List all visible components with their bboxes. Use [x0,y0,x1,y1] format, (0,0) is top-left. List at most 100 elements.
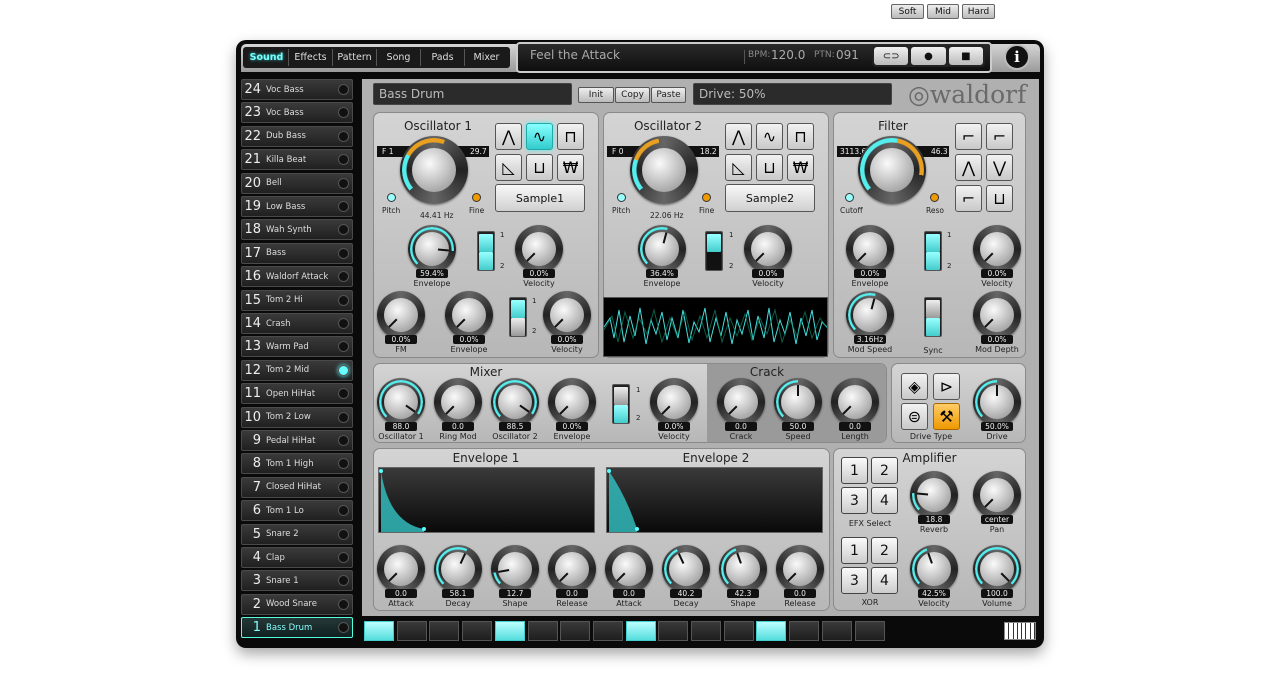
filter-reso-led[interactable] [930,193,939,202]
bpm-value[interactable]: 120.0 [771,48,805,62]
slot-led[interactable] [338,505,349,517]
osc2-wave-sine[interactable]: ∿ [756,123,783,150]
slot-led[interactable] [338,388,349,400]
velocity-hard-button[interactable]: Hard [962,4,995,19]
instrument-slot-23[interactable]: 23 Voc Bass [241,102,353,124]
step-16[interactable] [854,621,885,641]
step-10[interactable] [658,621,689,641]
tab-sound[interactable]: Sound [245,49,289,66]
instrument-slot-18[interactable]: 18 Wah Synth [241,219,353,241]
osc2-wave-noise[interactable]: ₩ [787,154,814,181]
env1-shape-knob[interactable] [491,545,539,593]
step-6[interactable] [527,621,558,641]
env2-attack-knob[interactable] [605,545,653,593]
slot-led[interactable] [338,411,349,423]
instrument-slot-9[interactable]: 9 Pedal HiHat [241,430,353,451]
tab-mixer[interactable]: Mixer [465,49,508,66]
osc2-wave-triangle[interactable]: ⋀ [725,123,752,150]
drive-knob[interactable] [973,378,1021,426]
ptn-value[interactable]: 091 [836,48,859,62]
filter-cutoff-knob[interactable] [858,136,926,204]
osc1-fm-knob[interactable] [377,291,425,339]
drive-type-fuzz[interactable]: ⊜ [901,403,928,430]
xor-1[interactable]: 1 [841,537,868,564]
slot-led[interactable] [338,364,349,376]
link-button[interactable]: ⊂⊃ [874,47,909,65]
amp-pan-knob[interactable] [973,471,1021,519]
instrument-slot-13[interactable]: 13 Warm Pad [241,336,353,358]
step-1[interactable] [364,621,394,641]
instrument-slot-5[interactable]: 5 Snare 2 [241,523,353,545]
instrument-slot-20[interactable]: 20 Bell [241,172,353,194]
slot-led[interactable] [338,224,349,236]
step-3[interactable] [429,621,460,641]
osc1-velocity-knob[interactable] [515,225,563,273]
instrument-slot-4[interactable]: 4 Clap [241,547,353,568]
filter-highpass-24[interactable]: ⌐ [986,123,1013,150]
instrument-slot-14[interactable]: 14 Crash [241,313,353,334]
instrument-slot-7[interactable]: 7 Closed HiHat [241,476,353,498]
crack-amount-knob[interactable] [717,378,765,426]
slot-led[interactable] [338,247,349,259]
osc1-frequency-knob[interactable] [400,136,468,204]
efx-2[interactable]: 2 [871,457,898,484]
sound-name-field[interactable]: Bass Drum [373,83,572,105]
instrument-slot-3[interactable]: 3 Snare 1 [241,570,353,592]
tab-pads[interactable]: Pads [421,49,465,66]
osc2-velocity-knob[interactable] [744,225,792,273]
instrument-slot-19[interactable]: 19 Low Bass [241,196,353,217]
filter-comb[interactable]: ⊔ [986,185,1013,212]
filter-mod-speed-knob[interactable] [846,291,894,339]
osc2-fine-led[interactable] [702,193,711,202]
instrument-slot-10[interactable]: 10 Tom 2 Low [241,406,353,428]
env1-release-knob[interactable] [548,545,596,593]
slot-led[interactable] [338,154,349,166]
slot-led[interactable] [338,481,349,493]
xor-3[interactable]: 3 [841,567,868,594]
osc1-fm-velocity-knob[interactable] [543,291,591,339]
step-8[interactable] [592,621,623,641]
instrument-slot-8[interactable]: 8 Tom 1 High [241,453,353,475]
osc2-frequency-knob[interactable] [630,136,698,204]
osc1-sample-button[interactable]: Sample1 [495,184,585,212]
instrument-slot-24[interactable]: 24 Voc Bass [241,79,353,100]
osc2-wave-square[interactable]: ⊓ [787,123,814,150]
slot-led[interactable] [338,528,349,540]
instrument-slot-6[interactable]: 6 Tom 1 Lo [241,500,353,522]
filter-velocity-knob[interactable] [973,225,1021,273]
env1-decay-knob[interactable] [434,545,482,593]
slot-led[interactable] [338,130,349,142]
instrument-slot-17[interactable]: 17 Bass [241,242,353,264]
step-9[interactable] [625,621,656,641]
env2-shape-knob[interactable] [719,545,767,593]
instrument-slot-1[interactable]: 1 Bass Drum [241,617,353,639]
filter-cutoff-led[interactable] [845,193,854,202]
filter-notch[interactable]: ⋁ [986,154,1013,181]
osc1-wave-sine[interactable]: ∿ [526,123,553,150]
xor-2[interactable]: 2 [871,537,898,564]
paste-button[interactable]: Paste [651,87,686,103]
info-button[interactable]: i [1004,44,1030,70]
step-14[interactable] [789,621,820,641]
instrument-slot-2[interactable]: 2 Wood Snare [241,593,353,615]
env2-decay-knob[interactable] [662,545,710,593]
filter-envelope-knob[interactable] [846,225,894,273]
slot-led[interactable] [338,107,349,119]
filter-bandpass[interactable]: ⋀ [955,154,982,181]
mixer-ringmod-knob[interactable] [434,378,482,426]
drive-type-tube[interactable]: ◈ [901,373,928,400]
mixer-velocity-knob[interactable] [650,378,698,426]
slot-led[interactable] [338,318,349,329]
osc2-pitch-led[interactable] [617,193,626,202]
stop-button[interactable]: ■ [948,47,983,65]
filter-env-switch[interactable] [924,231,942,271]
instrument-slot-15[interactable]: 15 Tom 2 Hi [241,289,353,311]
drive-type-hammer[interactable]: ⚒ [933,403,960,430]
osc1-wave-pulse[interactable]: ⊔ [526,154,553,181]
osc2-sample-button[interactable]: Sample2 [725,184,815,212]
step-2[interactable] [396,621,427,641]
slot-led[interactable] [338,294,349,306]
osc1-fm-switch[interactable] [509,297,527,337]
mixer-osc1-knob[interactable] [377,378,425,426]
amp-velocity-knob[interactable] [910,545,958,593]
